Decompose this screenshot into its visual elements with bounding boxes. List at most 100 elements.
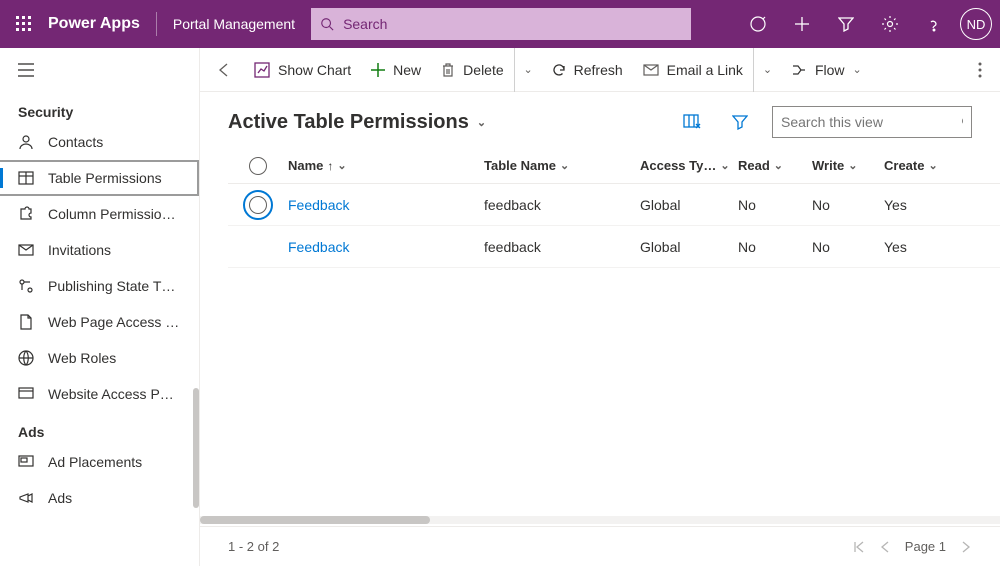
back-button[interactable] <box>212 62 244 78</box>
flow-icon <box>791 63 807 77</box>
sidebar-item-label: Invitations <box>48 242 111 258</box>
cell-create: Yes <box>884 197 954 213</box>
megaphone-icon <box>18 490 34 506</box>
data-grid: Name↑⌄ Table Name⌄ Access Ty…⌄ Read⌄ Wri… <box>200 148 1000 268</box>
record-link[interactable]: Feedback <box>288 239 349 255</box>
globe-icon <box>18 350 34 366</box>
sidebar: Security Contacts Table Permissions Colu… <box>0 48 200 566</box>
overflow-button[interactable] <box>960 62 1000 78</box>
new-button[interactable]: New <box>361 48 431 92</box>
cell-create: Yes <box>884 239 954 255</box>
edit-columns-button[interactable] <box>676 106 708 138</box>
column-write[interactable]: Write⌄ <box>812 158 884 173</box>
invitation-icon <box>18 242 34 258</box>
search-icon <box>962 115 963 129</box>
next-page-button[interactable] <box>960 541 972 553</box>
view-title[interactable]: Active Table Permissions ⌄ <box>228 111 486 134</box>
cmd-label: Show Chart <box>278 62 351 78</box>
column-label: Write <box>812 158 844 173</box>
select-all[interactable] <box>228 157 288 175</box>
grid-footer: 1 - 2 of 2 Page 1 <box>200 526 1000 566</box>
sidebar-scrollbar[interactable] <box>193 388 199 508</box>
record-link[interactable]: Feedback <box>288 197 349 213</box>
column-create[interactable]: Create⌄ <box>884 158 954 173</box>
page-label: Page 1 <box>905 539 946 554</box>
sidebar-group-ads: Ads <box>0 412 199 444</box>
prev-page-button[interactable] <box>879 541 891 553</box>
sidebar-item-ads[interactable]: Ads <box>0 480 199 516</box>
column-label: Name <box>288 158 323 173</box>
column-label: Read <box>738 158 770 173</box>
delete-button[interactable]: Delete <box>431 48 513 92</box>
email-link-split[interactable]: ⌄ <box>753 48 781 92</box>
view-title-text: Active Table Permissions <box>228 111 469 134</box>
placement-icon <box>18 454 34 470</box>
sidebar-item-label: Ad Placements <box>48 454 142 470</box>
waffle-button[interactable] <box>0 0 48 48</box>
refresh-icon <box>552 63 566 77</box>
sidebar-item-table-permissions[interactable]: Table Permissions <box>0 160 199 196</box>
nav-toggle[interactable] <box>0 48 199 92</box>
cmd-label: Email a Link <box>667 62 743 78</box>
column-table-name[interactable]: Table Name⌄ <box>484 158 640 173</box>
user-avatar[interactable]: ND <box>960 8 992 40</box>
plus-icon <box>371 63 385 77</box>
global-search-input[interactable] <box>343 16 691 32</box>
view-search[interactable] <box>772 106 972 138</box>
website-icon <box>18 386 34 402</box>
cell-table-name: feedback <box>484 197 640 213</box>
brand-label[interactable]: Power Apps <box>48 15 156 33</box>
sidebar-item-label: Website Access P… <box>48 386 174 402</box>
column-access-type[interactable]: Access Ty…⌄ <box>640 158 738 173</box>
cell-access: Global <box>640 197 738 213</box>
sidebar-item-invitations[interactable]: Invitations <box>0 232 199 268</box>
row-selector[interactable] <box>228 196 288 214</box>
chevron-down-icon: ⌄ <box>477 116 486 129</box>
chevron-down-icon: ⌄ <box>853 63 862 76</box>
column-read[interactable]: Read⌄ <box>738 158 812 173</box>
sidebar-item-contacts[interactable]: Contacts <box>0 124 199 160</box>
email-link-button[interactable]: Email a Link <box>633 48 753 92</box>
sidebar-item-label: Column Permissio… <box>48 206 176 222</box>
sidebar-item-web-roles[interactable]: Web Roles <box>0 340 199 376</box>
sidebar-item-website-access[interactable]: Website Access P… <box>0 376 199 412</box>
filter-icon[interactable] <box>824 0 868 48</box>
main-content: Show Chart New Delete ⌄ Refresh Email a … <box>200 48 1000 566</box>
column-label: Create <box>884 158 924 173</box>
sidebar-item-publishing-state[interactable]: Publishing State T… <box>0 268 199 304</box>
cell-table-name: feedback <box>484 239 640 255</box>
column-name[interactable]: Name↑⌄ <box>288 158 484 173</box>
sidebar-item-column-permissions[interactable]: Column Permissio… <box>0 196 199 232</box>
app-header: Power Apps Portal Management ND <box>0 0 1000 48</box>
column-label: Table Name <box>484 158 556 173</box>
global-search[interactable] <box>311 8 691 40</box>
flow-button[interactable]: Flow ⌄ <box>781 48 872 92</box>
app-name[interactable]: Portal Management <box>157 16 311 32</box>
chart-icon <box>254 62 270 78</box>
add-icon[interactable] <box>780 0 824 48</box>
transition-icon <box>18 278 34 294</box>
table-row[interactable]: Feedback feedback Global No No Yes <box>228 226 1000 268</box>
refresh-button[interactable]: Refresh <box>542 48 633 92</box>
sidebar-item-label: Web Roles <box>48 350 116 366</box>
delete-split[interactable]: ⌄ <box>514 48 542 92</box>
show-chart-button[interactable]: Show Chart <box>244 48 361 92</box>
sidebar-item-web-page-access[interactable]: Web Page Access … <box>0 304 199 340</box>
sidebar-item-label: Ads <box>48 490 72 506</box>
sidebar-group-security: Security <box>0 92 199 124</box>
cmd-label: Delete <box>463 62 503 78</box>
cell-access: Global <box>640 239 738 255</box>
settings-icon[interactable] <box>868 0 912 48</box>
view-search-input[interactable] <box>781 114 962 130</box>
sidebar-item-ad-placements[interactable]: Ad Placements <box>0 444 199 480</box>
first-page-button[interactable] <box>853 541 865 553</box>
help-icon[interactable] <box>912 0 956 48</box>
view-header: Active Table Permissions ⌄ <box>200 92 1000 148</box>
trash-icon <box>441 63 455 77</box>
filter-button[interactable] <box>724 106 756 138</box>
target-icon[interactable] <box>736 0 780 48</box>
mail-icon <box>643 63 659 77</box>
page-icon <box>18 314 34 330</box>
table-row[interactable]: Feedback feedback Global No No Yes <box>228 184 1000 226</box>
horizontal-scrollbar[interactable] <box>200 516 1000 526</box>
